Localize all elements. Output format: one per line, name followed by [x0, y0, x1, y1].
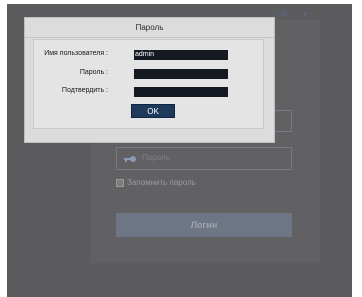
- password-dialog: Пароль Имя пользователя : Пароль : Подтв…: [24, 17, 275, 143]
- confirm-password-input[interactable]: [134, 87, 228, 97]
- language-select[interactable]: ой: [279, 11, 287, 18]
- password-input[interactable]: [134, 69, 228, 79]
- password-placeholder: Пароль: [142, 153, 170, 162]
- remember-label: Запомнить пароль: [127, 178, 196, 187]
- login-button[interactable]: Логин: [116, 213, 292, 237]
- remember-checkbox[interactable]: [116, 179, 124, 187]
- username-label: Имя пользователя :: [44, 50, 108, 57]
- chevron-down-icon[interactable]: ▼: [302, 12, 308, 18]
- password-field-background[interactable]: Пароль: [116, 147, 292, 170]
- dialog-title: Пароль: [25, 18, 274, 38]
- ok-button[interactable]: OK: [131, 104, 175, 118]
- password-label: Пароль :: [79, 69, 108, 76]
- username-input[interactable]: [134, 50, 228, 60]
- confirm-password-label: Подтвердить :: [61, 87, 108, 94]
- key-icon: [124, 156, 136, 162]
